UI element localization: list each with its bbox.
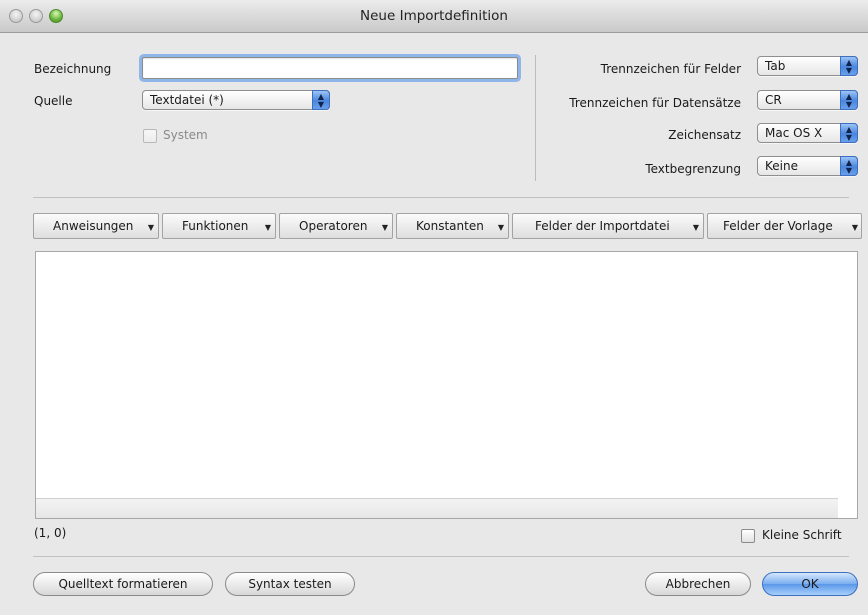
felder-vorlage-label: Felder der Vorlage — [723, 219, 833, 233]
dropdown-arrow-icon: ▼ — [851, 223, 858, 232]
bezeichnung-label: Bezeichnung — [34, 62, 112, 76]
textbegrenzung-value: Keine — [765, 159, 798, 173]
datensatztrenner-value: CR — [765, 93, 782, 107]
zeichensatz-label: Zeichensatz — [668, 128, 741, 142]
chevron-updown-icon: ▲ ▼ — [312, 90, 330, 110]
felder-vorlage-menu-button[interactable]: Felder der Vorlage ▼ — [707, 213, 862, 239]
code-editor[interactable] — [35, 251, 858, 519]
zeichensatz-select[interactable]: Mac OS X ▲ ▼ — [757, 123, 858, 143]
bezeichnung-field[interactable] — [142, 57, 518, 79]
dropdown-arrow-icon: ▼ — [497, 223, 504, 232]
system-label: System — [163, 128, 208, 142]
konstanten-label: Konstanten — [416, 219, 484, 233]
textbegrenzung-select[interactable]: Keine ▲ ▼ — [757, 156, 858, 176]
feldtrenner-label: Trennzeichen für Felder — [600, 62, 741, 76]
anweisungen-menu-button[interactable]: Anweisungen ▼ — [33, 213, 159, 239]
operatoren-label: Operatoren — [299, 219, 368, 233]
quelle-select[interactable]: Textdatei (*) ▲ ▼ — [142, 90, 330, 110]
funktionen-label: Funktionen — [182, 219, 249, 233]
window-titlebar: Neue Importdefinition — [0, 0, 868, 33]
textbegrenzung-label: Textbegrenzung — [645, 162, 741, 176]
cursor-position: (1, 0) — [34, 526, 67, 540]
datensatztrenner-label: Trennzeichen für Datensätze — [569, 96, 741, 110]
anweisungen-label: Anweisungen — [53, 219, 134, 233]
chevron-updown-icon: ▲ ▼ — [840, 90, 858, 110]
felder-importdatei-label: Felder der Importdatei — [535, 219, 670, 233]
bottom-divider — [33, 556, 849, 557]
format-source-button[interactable]: Quelltext formatieren — [33, 572, 213, 596]
felder-importdatei-menu-button[interactable]: Felder der Importdatei ▼ — [512, 213, 704, 239]
dropdown-arrow-icon: ▼ — [264, 223, 271, 232]
cancel-button[interactable]: Abbrechen — [645, 572, 751, 596]
konstanten-menu-button[interactable]: Konstanten ▼ — [396, 213, 509, 239]
horizontal-scrollbar[interactable] — [36, 498, 838, 518]
feldtrenner-select[interactable]: Tab ▲ ▼ — [757, 56, 858, 76]
funktionen-menu-button[interactable]: Funktionen ▼ — [162, 213, 276, 239]
syntax-test-button[interactable]: Syntax testen — [225, 572, 355, 596]
ok-button[interactable]: OK — [762, 572, 858, 596]
quelle-value: Textdatei (*) — [150, 93, 224, 107]
chevron-updown-icon: ▲ ▼ — [840, 123, 858, 143]
system-checkbox[interactable] — [143, 129, 157, 143]
zeichensatz-value: Mac OS X — [765, 126, 823, 140]
small-font-checkbox[interactable] — [741, 529, 755, 543]
dropdown-arrow-icon: ▼ — [692, 223, 699, 232]
top-divider — [33, 197, 849, 198]
quelle-label: Quelle — [34, 94, 73, 108]
dropdown-arrow-icon: ▼ — [147, 223, 154, 232]
small-font-label: Kleine Schrift — [762, 528, 842, 542]
feldtrenner-value: Tab — [765, 59, 786, 73]
chevron-updown-icon: ▲ ▼ — [840, 56, 858, 76]
operatoren-menu-button[interactable]: Operatoren ▼ — [279, 213, 393, 239]
window-title: Neue Importdefinition — [360, 8, 508, 24]
datensatztrenner-select[interactable]: CR ▲ ▼ — [757, 90, 858, 110]
vertical-divider — [535, 55, 536, 181]
dropdown-arrow-icon: ▼ — [381, 223, 388, 232]
chevron-updown-icon: ▲ ▼ — [840, 156, 858, 176]
